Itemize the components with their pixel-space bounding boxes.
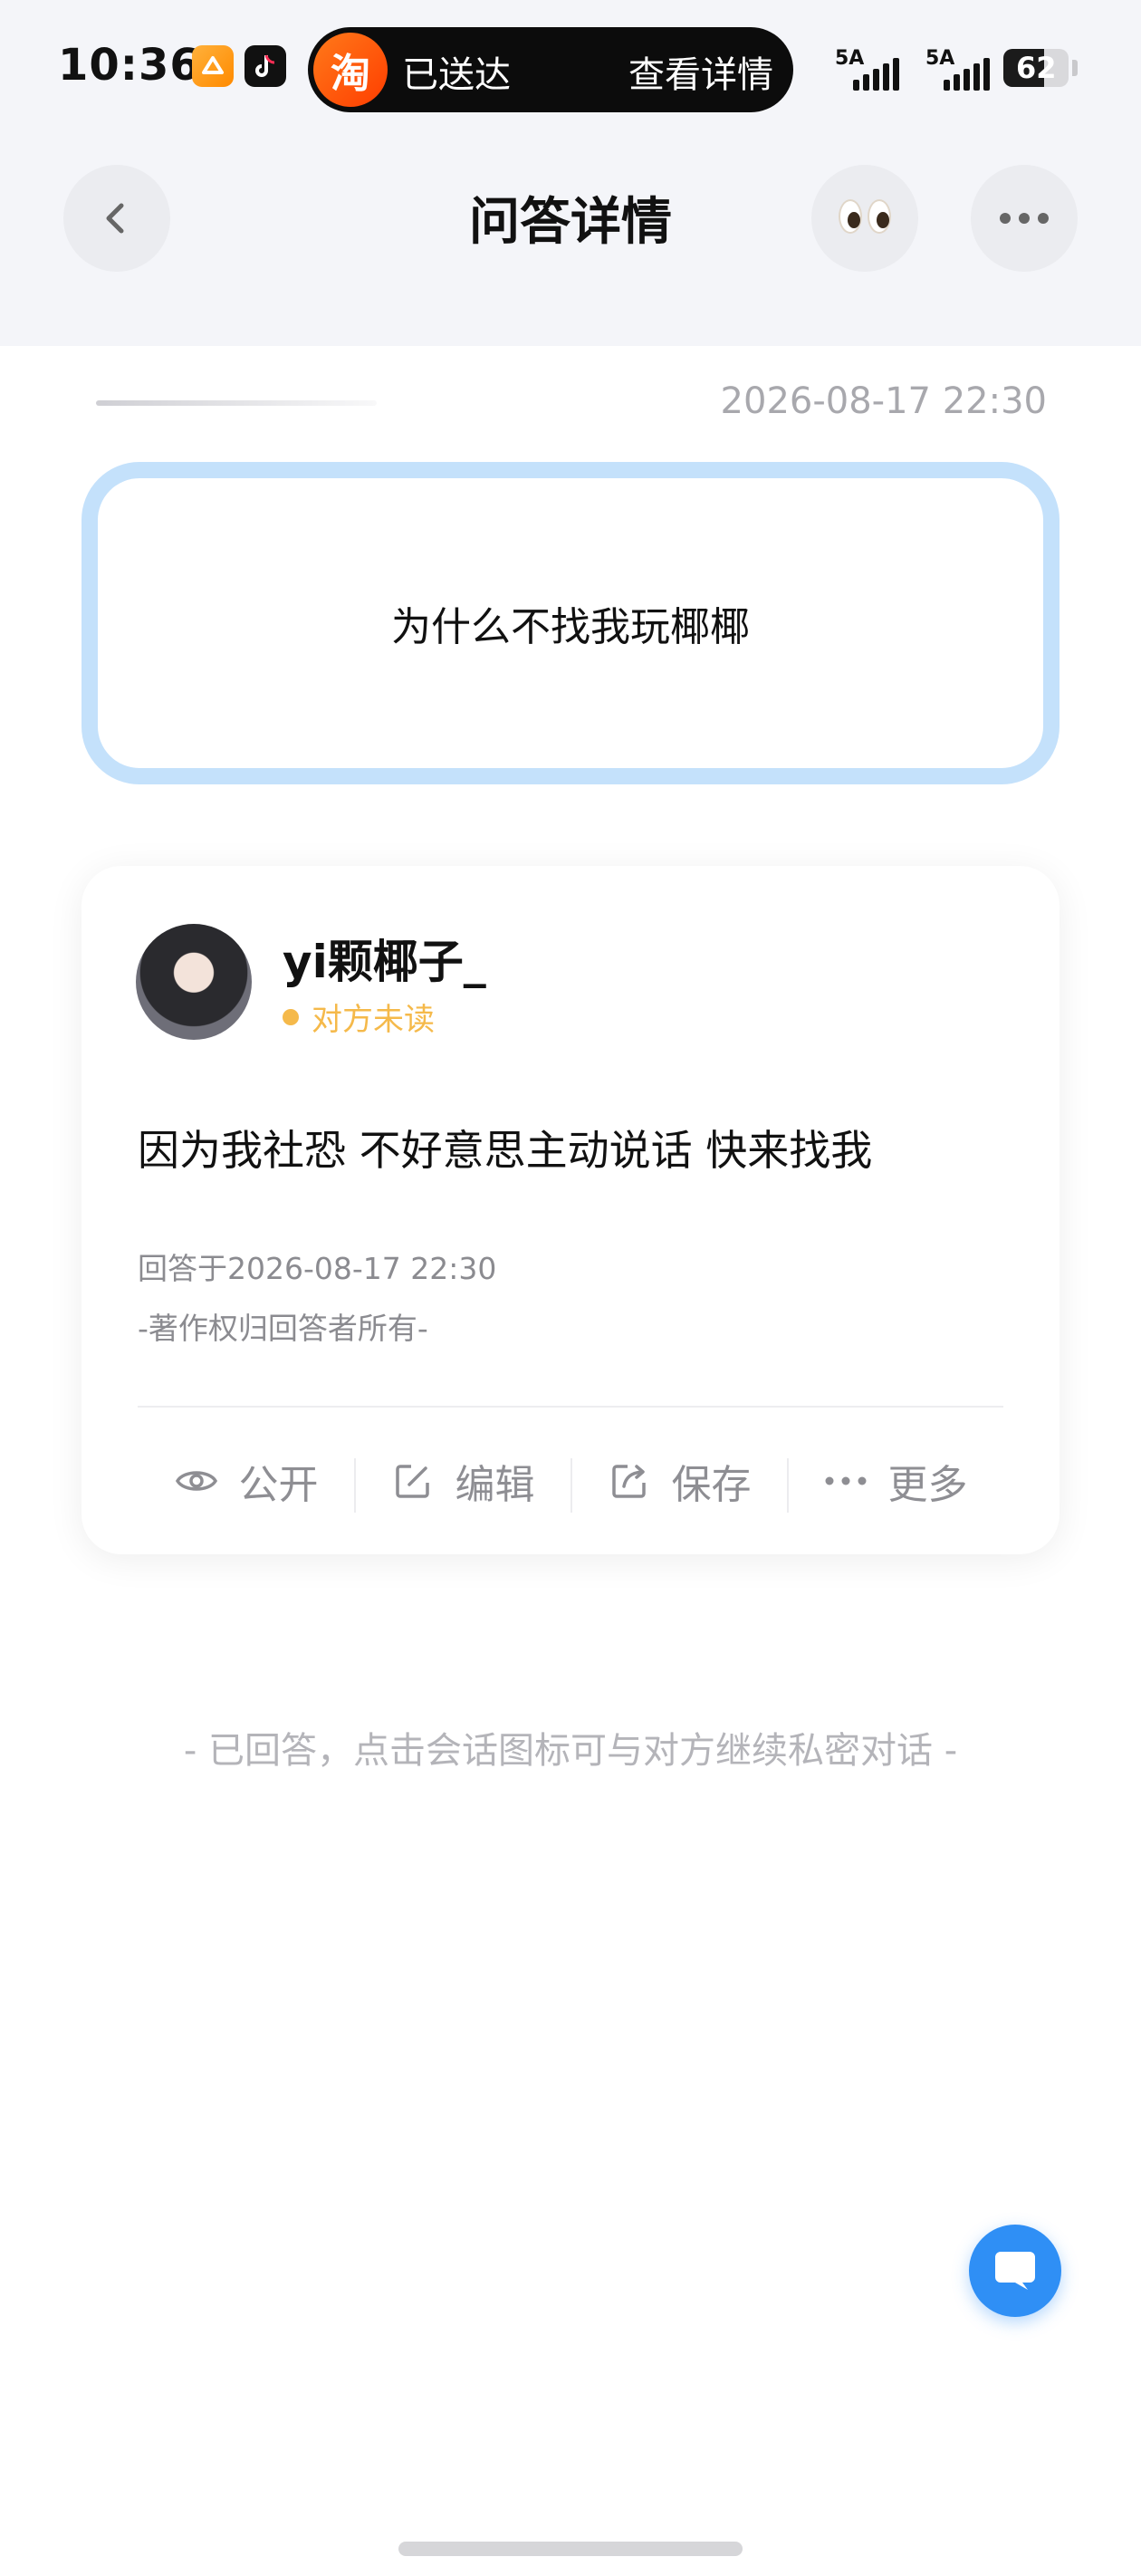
unread-dot-icon bbox=[283, 1008, 299, 1025]
battery-tip bbox=[1072, 60, 1078, 76]
page-title: 问答详情 bbox=[469, 193, 672, 252]
chat-button[interactable] bbox=[969, 2225, 1061, 2317]
delivery-notification-pill[interactable]: 淘 已送达 查看详情 bbox=[308, 27, 793, 112]
question-box: 为什么不找我玩椰椰 bbox=[82, 462, 1060, 784]
taobao-icon: 淘 bbox=[313, 33, 388, 107]
save-label: 保存 bbox=[671, 1462, 752, 1508]
eyes-emoji-icon bbox=[836, 191, 894, 245]
app-notification-icon bbox=[192, 45, 234, 87]
eye-icon bbox=[174, 1458, 219, 1504]
copyright-note: -著作权归回答者所有- bbox=[138, 1311, 428, 1346]
avatar[interactable] bbox=[136, 924, 252, 1040]
ellipsis-icon bbox=[1000, 213, 1049, 224]
battery-level: 62 bbox=[1016, 51, 1057, 85]
share-icon bbox=[607, 1458, 652, 1504]
more-icon bbox=[823, 1458, 868, 1504]
blurred-asker-name bbox=[96, 400, 377, 406]
notification-status: 已送达 bbox=[402, 54, 511, 96]
answer-text: 因为我社恐 不好意思主动说话 快来找我 bbox=[138, 1126, 873, 1175]
eyes-button[interactable] bbox=[811, 165, 918, 272]
public-label: 公开 bbox=[238, 1462, 319, 1508]
edit-icon bbox=[390, 1458, 436, 1504]
answerer-username[interactable]: yi颗椰子_ bbox=[283, 926, 486, 991]
public-button[interactable]: 公开 bbox=[138, 1408, 354, 1554]
more-label: 更多 bbox=[887, 1462, 968, 1508]
tiktok-icon bbox=[244, 45, 286, 87]
edit-button[interactable]: 编辑 bbox=[354, 1408, 570, 1554]
conversation-hint: - 已回答，点击会话图标可与对方继续私密对话 - bbox=[183, 1730, 958, 1772]
edit-label: 编辑 bbox=[455, 1462, 535, 1508]
read-status-label: 对方未读 bbox=[312, 1002, 435, 1038]
more-options-button[interactable] bbox=[971, 165, 1078, 272]
answer-actions: 公开 编辑 保存 更多 bbox=[138, 1408, 1003, 1554]
notification-view-details[interactable]: 查看详情 bbox=[628, 45, 773, 98]
signal-strength-icon-2: 5A bbox=[925, 47, 1007, 91]
save-button[interactable]: 保存 bbox=[570, 1408, 787, 1554]
question-date: 2026-08-17 22:30 bbox=[720, 380, 1047, 422]
status-time: 10:36 bbox=[58, 40, 201, 91]
home-indicator[interactable] bbox=[398, 2542, 743, 2556]
answered-at: 回答于2026-08-17 22:30 bbox=[138, 1251, 497, 1286]
answer-card: yi颗椰子_ 对方未读 因为我社恐 不好意思主动说话 快来找我 回答于2026-… bbox=[82, 866, 1060, 1554]
more-button[interactable]: 更多 bbox=[787, 1408, 1003, 1554]
status-bar: 10:36 淘 已送达 查看详情 5A 5A 62 bbox=[0, 0, 1141, 136]
signal-strength-icon: 5A bbox=[835, 47, 916, 91]
question-text: 为什么不找我玩椰椰 bbox=[391, 604, 750, 650]
battery-icon: 62 bbox=[1003, 49, 1069, 87]
chat-bubble-icon bbox=[995, 2252, 1035, 2290]
read-status: 对方未读 bbox=[283, 995, 435, 1039]
